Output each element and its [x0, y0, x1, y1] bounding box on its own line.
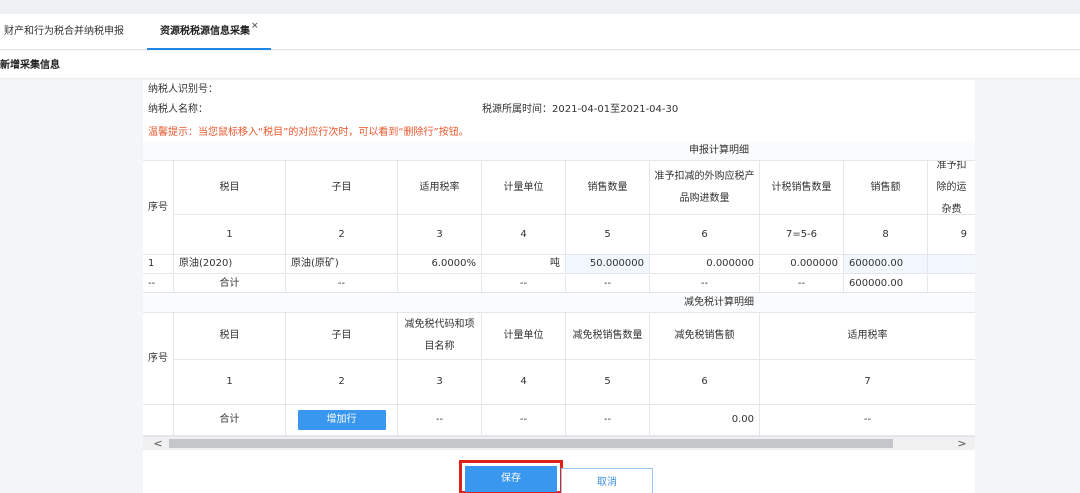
save-button[interactable]: 保存	[465, 466, 557, 492]
col-header: 减免税销售数量	[565, 313, 649, 359]
tab-bar: 财产和行为税合并纳税申报 资源税税源信息采集 ×	[0, 14, 1080, 50]
col-header: 减免税销售额	[649, 313, 759, 359]
form-panel: 纳税人识别号： 纳税人名称： 税源所属时间：2021-04-01至2021-04…	[143, 80, 975, 493]
seq-header: 序号	[148, 201, 168, 213]
col-num: 7=5-6	[759, 215, 843, 254]
taxpayer-id-label: 纳税人识别号：	[148, 84, 218, 95]
blank-cell	[143, 405, 173, 435]
sales-qty-input[interactable]: 50.000000	[565, 255, 649, 273]
col-num: 1	[173, 215, 285, 254]
total-amount: 600000.00	[843, 275, 927, 292]
warm-tip: 温馨提示：当您鼠标移入“税目”的对应行次时，可以看到“删除行”按钮。	[148, 127, 469, 138]
scroll-right-icon[interactable]: >	[953, 437, 971, 450]
tab-label: 资源税税源信息采集	[160, 26, 250, 37]
sub-header: 新增采集信息	[0, 51, 1080, 79]
tab-combined-declaration[interactable]: 财产和行为税合并纳税申报	[4, 14, 124, 50]
total-cell: --	[481, 405, 565, 435]
relief-total-row: 合计 增加行 -- -- -- 0.00 --	[143, 404, 975, 436]
total-cell: --	[397, 405, 481, 435]
relief-amount-total: 0.00	[649, 405, 759, 435]
seq-header: 序号	[148, 352, 168, 364]
col-header: 适用税率	[397, 161, 481, 214]
declare-section-title: 申报计算明细	[689, 145, 749, 156]
col-num: 5	[565, 215, 649, 254]
total-label: 合计	[173, 275, 285, 292]
relief-section-header: 减免税计算明细	[143, 293, 975, 313]
col-header: 子目	[285, 313, 397, 359]
tab-resource-tax-collection[interactable]: 资源税税源信息采集 ×	[147, 14, 271, 50]
total-cell: --	[565, 405, 649, 435]
top-strip	[0, 0, 1080, 14]
total-cell: --	[481, 275, 565, 292]
col-num: 9	[927, 215, 975, 254]
col-num: 5	[565, 360, 649, 404]
sales-amount-input[interactable]: 600000.00	[843, 255, 927, 273]
table-row: 1 原油(2020) 原油(原矿) 6.0000% 吨 50.000000 0.…	[143, 254, 975, 274]
total-cell: --	[649, 275, 759, 292]
rate-cell: 6.0000%	[397, 255, 481, 273]
total-cell	[927, 275, 975, 292]
col-header: 适用税率	[759, 313, 975, 359]
col-num: 4	[481, 215, 565, 254]
taxable-qty-cell: 0.000000	[759, 255, 843, 273]
row-seq: 1	[148, 258, 155, 269]
col-num: 2	[285, 360, 397, 404]
col-header: 销售额	[843, 161, 927, 214]
col-header: 准予扣除的运杂费	[927, 161, 975, 214]
col-header: 销售数量	[565, 161, 649, 214]
col-header: 子目	[285, 161, 397, 214]
relief-header: 序号 税目 子目 减免税代码和项目名称 计量单位 减免税销售数量 减免税销售额 …	[143, 313, 975, 404]
horizontal-scrollbar[interactable]: < >	[143, 436, 975, 450]
save-highlight-box: 保存	[459, 460, 563, 493]
col-num: 3	[397, 215, 481, 254]
page-title: 新增采集信息	[0, 60, 60, 71]
col-num: 7	[759, 360, 975, 404]
declare-section-header: 申报计算明细	[143, 141, 975, 161]
close-icon[interactable]: ×	[251, 8, 259, 44]
taxpayer-name-label: 纳税人名称：	[148, 104, 208, 115]
deduct-qty-input[interactable]: 0.000000	[649, 255, 759, 273]
col-num: 2	[285, 215, 397, 254]
relief-total-label: 合计	[173, 405, 285, 435]
unit-cell: 吨	[481, 255, 565, 273]
col-header: 计量单位	[481, 313, 565, 359]
total-seq: --	[148, 277, 156, 289]
cancel-button[interactable]: 取消	[561, 468, 653, 493]
col-header: 计量单位	[481, 161, 565, 214]
col-num: 6	[649, 360, 759, 404]
scrollbar-thumb[interactable]	[169, 439, 893, 448]
col-header: 税目	[173, 161, 285, 214]
col-num: 3	[397, 360, 481, 404]
col-header: 税目	[173, 313, 285, 359]
freight-input[interactable]	[927, 255, 975, 273]
col-num: 6	[649, 215, 759, 254]
total-cell	[397, 275, 481, 292]
col-header: 减免税代码和项目名称	[397, 313, 481, 359]
total-cell: --	[565, 275, 649, 292]
declare-header: 序号 税目 子目 适用税率 计量单位 销售数量 准予扣减的外购应税产品购进数量 …	[143, 161, 975, 254]
total-cell: --	[759, 275, 843, 292]
relief-section-title: 减免税计算明细	[684, 297, 754, 308]
scroll-left-icon[interactable]: <	[149, 437, 167, 450]
col-header: 计税销售数量	[759, 161, 843, 214]
col-header: 准予扣减的外购应税产品购进数量	[649, 161, 759, 214]
col-num: 4	[481, 360, 565, 404]
tax-item-cell[interactable]: 原油(2020)	[173, 255, 285, 273]
col-num: 8	[843, 215, 927, 254]
add-row-button[interactable]: 增加行	[297, 410, 386, 430]
add-row-cell: 增加行	[285, 405, 397, 435]
col-num: 1	[173, 360, 285, 404]
tax-period: 税源所属时间：2021-04-01至2021-04-30	[482, 104, 679, 115]
total-row: -- 合计 -- -- -- -- -- 600000.00	[143, 275, 975, 293]
total-cell: --	[285, 275, 397, 292]
sub-item-cell[interactable]: 原油(原矿)	[285, 255, 397, 273]
total-cell: --	[759, 405, 975, 435]
